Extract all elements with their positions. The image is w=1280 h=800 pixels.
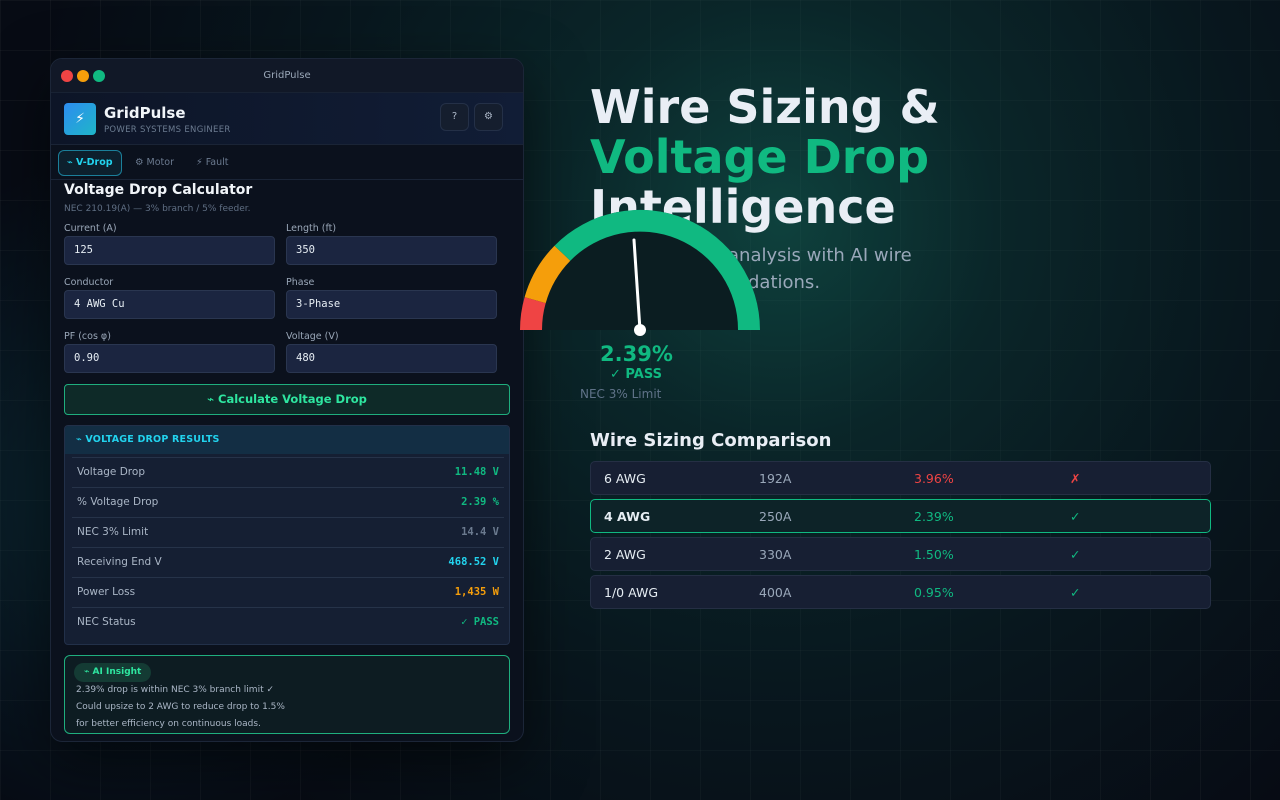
awg-size: 4 AWG bbox=[604, 509, 651, 524]
hero-title-line-2: Voltage Drop bbox=[590, 130, 930, 184]
result-row-nec-limit: NEC 3% Limit 14.4 V bbox=[72, 517, 504, 547]
title-bar: GridPulse bbox=[51, 59, 523, 93]
conductor-select[interactable]: 4 AWG Cu bbox=[64, 290, 275, 319]
result-label: NEC Status bbox=[77, 616, 136, 628]
gauge-value: 2.39% bbox=[600, 342, 673, 366]
comparison-row-1-0-awg[interactable]: 1/0 AWG 400A 0.95% ✓ bbox=[590, 575, 1211, 609]
comparison-row-6-awg[interactable]: 6 AWG 192A 3.96% ✗ bbox=[590, 461, 1211, 495]
results-panel: ⌁ VOLTAGE DROP RESULTS Voltage Drop 11.4… bbox=[64, 425, 510, 645]
check-icon: ✓ bbox=[1070, 509, 1081, 524]
pf-label: PF (cos φ) bbox=[64, 331, 111, 342]
voltage-drop-gauge bbox=[520, 209, 761, 336]
length-label: Length (ft) bbox=[286, 223, 337, 234]
result-label: NEC 3% Limit bbox=[77, 526, 149, 538]
result-row-percent-drop: % Voltage Drop 2.39 % bbox=[72, 487, 504, 517]
insight-line: for better efficiency on continuous load… bbox=[76, 719, 261, 729]
app-subtitle: POWER SYSTEMS ENGINEER bbox=[104, 125, 231, 135]
app-header: ⚡ GridPulse POWER SYSTEMS ENGINEER ? ⚙ bbox=[51, 93, 523, 145]
result-value: 1,435 W bbox=[454, 586, 499, 598]
voltage-label: Voltage (V) bbox=[286, 331, 339, 342]
results-heading: ⌁ VOLTAGE DROP RESULTS bbox=[65, 426, 509, 454]
gauge-status-badge: ✓ PASS bbox=[610, 367, 662, 382]
tab-fault[interactable]: ⚡ Fault bbox=[188, 150, 237, 176]
length-input[interactable]: 350 bbox=[286, 236, 497, 265]
result-value: 14.4 V bbox=[461, 526, 499, 538]
ai-insight-card: ⌁ AI Insight 2.39% drop is within NEC 3%… bbox=[64, 655, 510, 734]
app-window: GridPulse ⚡ GridPulse POWER SYSTEMS ENGI… bbox=[50, 58, 524, 742]
settings-button[interactable]: ⚙ bbox=[474, 103, 503, 131]
window-title: GridPulse bbox=[263, 70, 311, 81]
current-input[interactable]: 125 bbox=[64, 236, 275, 265]
result-value: 2.39 % bbox=[461, 496, 499, 508]
tab-motor[interactable]: ⚙ Motor bbox=[127, 150, 182, 176]
awg-size: 6 AWG bbox=[604, 471, 646, 486]
pf-input[interactable]: 0.90 bbox=[64, 344, 275, 373]
ampacity: 400A bbox=[759, 585, 792, 600]
voltage-input[interactable]: 480 bbox=[286, 344, 497, 373]
app-name: GridPulse bbox=[104, 104, 186, 122]
result-value: 11.48 V bbox=[454, 466, 499, 478]
drop-percent: 1.50% bbox=[914, 547, 954, 562]
phase-label: Phase bbox=[286, 277, 315, 288]
drop-percent: 3.96% bbox=[914, 471, 954, 486]
drop-percent: 2.39% bbox=[914, 509, 954, 524]
tab-bar: ⌁ V-Drop ⚙ Motor ⚡ Fault bbox=[51, 145, 523, 180]
calculator-subtitle: NEC 210.19(A) — 3% branch / 5% feeder. bbox=[64, 204, 251, 214]
insight-line: Could upsize to 2 AWG to reduce drop to … bbox=[76, 702, 285, 712]
comparison-row-2-awg[interactable]: 2 AWG 330A 1.50% ✓ bbox=[590, 537, 1211, 571]
result-label: % Voltage Drop bbox=[77, 496, 159, 508]
result-row-voltage-drop: Voltage Drop 11.48 V bbox=[72, 457, 504, 487]
gauge-red-zone bbox=[520, 297, 546, 330]
tab-v-drop[interactable]: ⌁ V-Drop bbox=[58, 150, 122, 176]
hero-title-line-1: Wire Sizing & bbox=[590, 80, 940, 134]
awg-size: 2 AWG bbox=[604, 547, 646, 562]
result-row-power-loss: Power Loss 1,435 W bbox=[72, 577, 504, 607]
drop-percent: 0.95% bbox=[914, 585, 954, 600]
result-row-receiving-end: Receiving End V 468.52 V bbox=[72, 547, 504, 577]
awg-size: 1/0 AWG bbox=[604, 585, 659, 600]
result-value: 468.52 V bbox=[448, 556, 499, 568]
result-label: Power Loss bbox=[77, 586, 136, 598]
ampacity: 330A bbox=[759, 547, 792, 562]
comparison-title: Wire Sizing Comparison bbox=[590, 430, 832, 451]
ampacity: 192A bbox=[759, 471, 792, 486]
nec-status-badge: ✓ PASS bbox=[461, 616, 499, 628]
phase-select[interactable]: 3-Phase bbox=[286, 290, 497, 319]
gauge-pivot bbox=[634, 324, 646, 336]
current-label: Current (A) bbox=[64, 223, 117, 234]
result-label: Receiving End V bbox=[77, 556, 162, 568]
result-row-nec-status: NEC Status ✓ PASS bbox=[72, 607, 504, 637]
calculator-title: Voltage Drop Calculator bbox=[64, 182, 253, 198]
fail-icon: ✗ bbox=[1070, 471, 1081, 486]
conductor-label: Conductor bbox=[64, 277, 114, 288]
help-button[interactable]: ? bbox=[440, 103, 469, 131]
gauge-limit-label: NEC 3% Limit bbox=[580, 387, 662, 401]
check-icon: ✓ bbox=[1070, 585, 1081, 600]
check-icon: ✓ bbox=[1070, 547, 1081, 562]
insight-line: 2.39% drop is within NEC 3% branch limit… bbox=[76, 685, 275, 695]
calculate-voltage-drop-button[interactable]: ⌁ Calculate Voltage Drop bbox=[64, 384, 510, 415]
ai-insight-badge: ⌁ AI Insight bbox=[74, 663, 152, 682]
ampacity: 250A bbox=[759, 509, 792, 524]
lightning-logo-icon: ⚡ bbox=[64, 103, 96, 135]
comparison-row-4-awg[interactable]: 4 AWG 250A 2.39% ✓ bbox=[590, 499, 1211, 533]
result-label: Voltage Drop bbox=[77, 466, 145, 478]
